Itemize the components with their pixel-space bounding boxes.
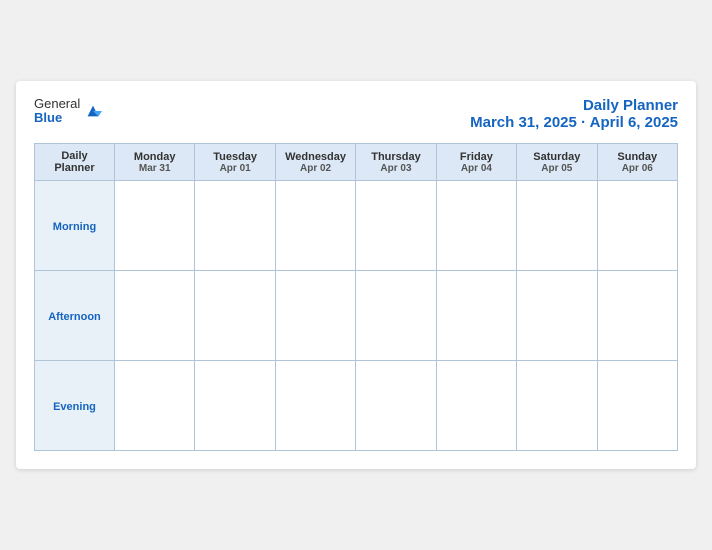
row-morning: Morning <box>35 181 678 271</box>
cell-evening-tuesday[interactable] <box>195 361 275 451</box>
logo: General Blue <box>34 97 102 126</box>
row-evening: Evening <box>35 361 678 451</box>
cell-afternoon-tuesday[interactable] <box>195 271 275 361</box>
row-afternoon: Afternoon <box>35 271 678 361</box>
cell-morning-friday[interactable] <box>436 181 516 271</box>
cell-evening-wednesday[interactable] <box>275 361 355 451</box>
cell-morning-thursday[interactable] <box>356 181 436 271</box>
col-header-monday: Monday Mar 31 <box>115 144 195 181</box>
cell-afternoon-friday[interactable] <box>436 271 516 361</box>
col-header-friday: Friday Apr 04 <box>436 144 516 181</box>
header-title: Daily Planner March 31, 2025 · April 6, … <box>470 97 678 131</box>
planner-header: General Blue Daily Planner March 31, 202… <box>34 97 678 131</box>
cell-evening-sunday[interactable] <box>597 361 677 451</box>
cell-morning-wednesday[interactable] <box>275 181 355 271</box>
table-header-label: Daily Planner <box>35 144 115 181</box>
cell-morning-monday[interactable] <box>115 181 195 271</box>
col-header-thursday: Thursday Apr 03 <box>356 144 436 181</box>
cell-afternoon-monday[interactable] <box>115 271 195 361</box>
col-header-tuesday: Tuesday Apr 01 <box>195 144 275 181</box>
cell-evening-monday[interactable] <box>115 361 195 451</box>
cell-morning-tuesday[interactable] <box>195 181 275 271</box>
cell-afternoon-wednesday[interactable] <box>275 271 355 361</box>
cell-morning-sunday[interactable] <box>597 181 677 271</box>
logo-icon <box>84 102 102 120</box>
col-header-sunday: Sunday Apr 06 <box>597 144 677 181</box>
planner-card: General Blue Daily Planner March 31, 202… <box>16 81 696 469</box>
logo-general: General <box>34 97 80 111</box>
col-header-saturday: Saturday Apr 05 <box>517 144 597 181</box>
col-header-wednesday: Wednesday Apr 02 <box>275 144 355 181</box>
planner-table: Daily Planner Monday Mar 31 Tuesday Apr … <box>34 143 678 451</box>
planner-title: Daily Planner <box>470 97 678 114</box>
cell-evening-saturday[interactable] <box>517 361 597 451</box>
cell-morning-saturday[interactable] <box>517 181 597 271</box>
row-label-morning: Morning <box>35 181 115 271</box>
logo-blue: Blue <box>34 111 80 125</box>
cell-evening-thursday[interactable] <box>356 361 436 451</box>
planner-date-range: March 31, 2025 · April 6, 2025 <box>470 114 678 131</box>
cell-afternoon-saturday[interactable] <box>517 271 597 361</box>
row-label-afternoon: Afternoon <box>35 271 115 361</box>
cell-evening-friday[interactable] <box>436 361 516 451</box>
cell-afternoon-sunday[interactable] <box>597 271 677 361</box>
row-label-evening: Evening <box>35 361 115 451</box>
cell-afternoon-thursday[interactable] <box>356 271 436 361</box>
